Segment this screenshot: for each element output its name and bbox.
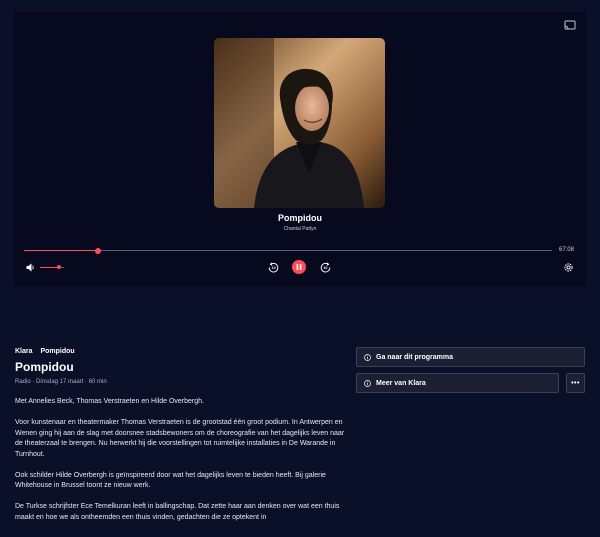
info-icon [364,353,371,361]
pause-button[interactable] [292,260,306,274]
goto-program-button[interactable]: Ga naar dit programma [356,347,585,367]
episode-details: Klara Pompidou Pompidou Radio · Dinsdag … [15,348,345,534]
volume-icon[interactable] [26,263,35,272]
seek-bar[interactable] [24,248,552,254]
episode-info: Radio · Dinsdag 17 maart · 60 min [15,379,107,385]
audio-player: Pompidou Chantal Pattyn 67:08 10 10 [14,12,586,287]
description-paragraph: Ook schilder Hilde Overbergh is geïnspir… [15,471,326,490]
svg-text:10: 10 [272,266,276,270]
breadcrumb-channel[interactable]: Klara [15,348,33,355]
track-title: Pompidou [278,213,322,223]
settings-gear-icon[interactable] [563,262,574,273]
episode-description: Met Annelies Beck, Thomas Verstraeten en… [15,397,345,523]
seek-progress [24,250,98,251]
time-display: 67:08 [558,247,574,253]
more-from-channel-button[interactable]: Meer van Klara [356,373,559,393]
volume-handle[interactable] [57,265,62,269]
forward-10-icon[interactable]: 10 [320,262,331,273]
goto-program-label: Ga naar dit programma [376,353,454,361]
cast-icon[interactable] [564,20,576,30]
breadcrumb-program[interactable]: Pompidou [40,348,74,355]
info-icon [364,379,371,387]
volume-slider[interactable] [40,264,64,270]
cover-artwork [214,38,385,208]
pause-icon [296,264,302,270]
description-paragraph: De Turkse schrijfster Ece Temelkuran lee… [15,503,340,521]
rewind-10-icon[interactable]: 10 [268,262,279,273]
breadcrumb: Klara Pompidou [15,348,345,355]
description-paragraph: Voor kunstenaar en theatermaker Thomas V… [15,419,345,458]
episode-title: Pompidou [15,360,74,374]
description-paragraph: Met Annelies Beck, Thomas Verstraeten en… [15,398,204,405]
seek-track [24,250,552,251]
track-artist: Chantal Pattyn [283,226,317,232]
seek-handle[interactable] [94,248,101,254]
more-from-channel-label: Meer van Klara [376,379,426,387]
more-options-button[interactable]: ••• [566,373,585,393]
svg-text:10: 10 [323,266,327,270]
